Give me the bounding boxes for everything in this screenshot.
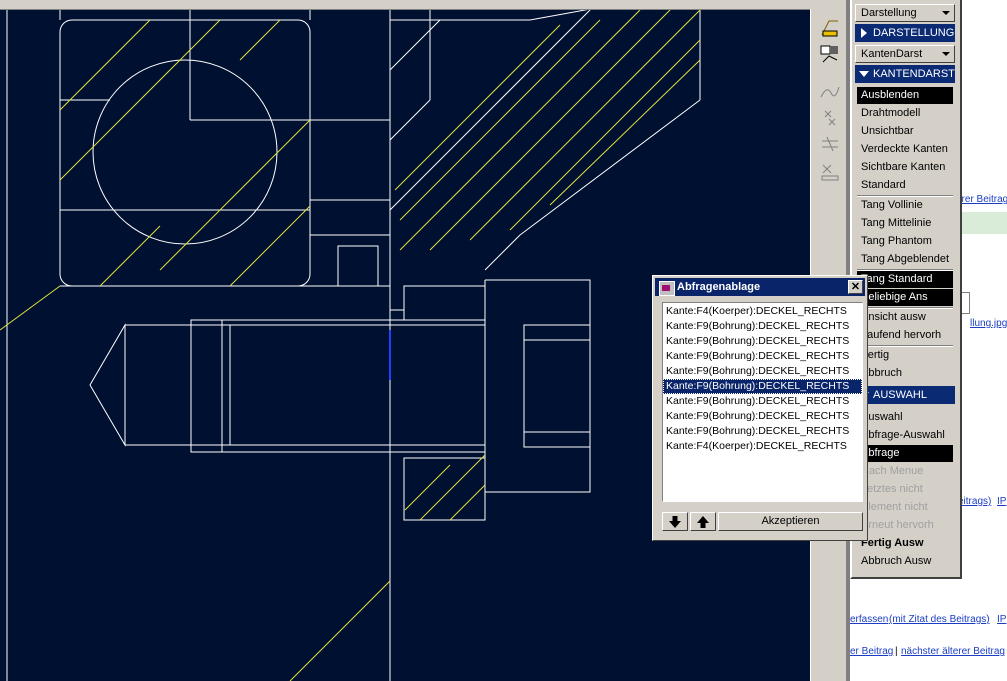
weblink-older-post[interactable]: erer Beitrag — [956, 194, 1007, 205]
list-item[interactable]: Kante:F9(Bohrung):DECKEL_RECHTS — [663, 319, 862, 334]
menu-item-unsichtbar[interactable]: Unsichtbar — [857, 123, 953, 140]
move-up-button[interactable] — [690, 512, 716, 531]
menu-header-label: AUSWAHL — [873, 389, 927, 401]
triangle-down-icon — [859, 71, 869, 77]
menu-header-auswahl[interactable]: AUSWAHL — [855, 386, 955, 404]
dimension-tool-icon[interactable] — [819, 43, 841, 65]
arrow-down-icon — [669, 516, 681, 528]
weblink-reply-quote[interactable]: (mit Zitat des Beitrags) — [889, 614, 990, 625]
menu-item-abbruch[interactable]: Abbruch — [857, 365, 953, 382]
darstellung-dropdown-label: Darstellung — [861, 7, 917, 19]
menu-item-tang-phantom[interactable]: Tang Phantom — [857, 233, 953, 250]
dialog-title-bar[interactable]: Abfragenablage ✕ — [655, 278, 865, 296]
menu-header-label: KANTENDARST — [873, 68, 955, 80]
menu-item-fertig[interactable]: Fertig — [857, 347, 953, 364]
query-bin-dialog: Abfragenablage ✕ Kante:F4(Koerper):DECKE… — [652, 275, 868, 541]
kantendarst-dropdown-label: KantenDarst — [861, 48, 923, 60]
weblink-reply[interactable]: erfassen — [850, 614, 888, 625]
menu-item-erneut-hervorh: Erneut hervorh — [861, 519, 934, 531]
weblink-ip-2[interactable]: IP — [997, 614, 1006, 625]
sketch-tool-icon[interactable] — [819, 17, 841, 39]
list-item[interactable]: Kante:F4(Koerper):DECKEL_RECHTS — [663, 439, 862, 454]
menu-item-abbruch-ausw[interactable]: Abbruch Ausw — [857, 553, 953, 570]
list-item[interactable]: Kante:F9(Bohrung):DECKEL_RECHTS — [663, 364, 862, 379]
cross-tool-icon[interactable] — [819, 107, 841, 129]
move-down-button[interactable] — [662, 512, 688, 531]
menu-item-ansicht-ausw[interactable]: Ansicht ausw — [857, 309, 953, 326]
list-item[interactable]: Kante:F9(Bohrung):DECKEL_RECHTS — [663, 349, 862, 364]
list-item[interactable]: Kante:F9(Bohrung):DECKEL_RECHTS — [663, 394, 862, 409]
menu-item-letztes-nicht: Letztes nicht — [861, 483, 923, 495]
weblink-prev-post[interactable]: er Beitrag — [850, 646, 893, 657]
triangle-right-icon — [861, 28, 867, 38]
menu-item-standard[interactable]: Standard — [857, 177, 953, 194]
curve-tool-icon[interactable] — [819, 81, 841, 103]
close-icon[interactable]: ✕ — [848, 280, 863, 294]
weblink-next-older-post[interactable]: nächster älterer Beitrag — [901, 646, 1005, 657]
menu-item-beliebige-ans[interactable]: Beliebige Ans — [857, 289, 953, 306]
menu-item-verdeckte-kanten[interactable]: Verdeckte Kanten — [857, 141, 953, 158]
menu-item-nach-menue: Nach Menue — [861, 465, 924, 477]
weblink-ip[interactable]: IP — [997, 496, 1006, 507]
weblink-image[interactable]: llung.jpg — [970, 318, 1007, 329]
menu-item-element-nicht: Element nicht — [861, 501, 928, 513]
menu-item-tang-mittelinie[interactable]: Tang Mittelinie — [857, 215, 953, 232]
menu-item-ausblenden[interactable]: Ausblenden — [857, 87, 953, 104]
menu-item-tang-abgeblendet[interactable]: Tang Abgeblendet — [857, 251, 953, 268]
darstellung-dropdown[interactable]: Darstellung — [855, 4, 955, 22]
list-item[interactable]: Kante:F9(Bohrung):DECKEL_RECHTS — [663, 379, 862, 394]
weblink-quote[interactable]: eitrags) — [958, 496, 991, 507]
measure-tool-icon[interactable] — [819, 161, 841, 183]
menu-item-tang-vollinie[interactable]: Tang Vollinie — [857, 197, 953, 214]
transform-tool-icon[interactable] — [819, 135, 841, 157]
arrow-up-icon — [697, 516, 709, 528]
dialog-title: Abfragenablage — [677, 281, 761, 293]
web-highlight-row — [955, 212, 1007, 234]
list-item[interactable]: Kante:F9(Bohrung):DECKEL_RECHTS — [663, 424, 862, 439]
menu-item-fertig-ausw[interactable]: Fertig Ausw — [857, 535, 953, 552]
menu-item-tang-standard[interactable]: Tang Standard — [857, 271, 953, 288]
menu-item-drahtmodell[interactable]: Drahtmodell — [857, 105, 953, 122]
menu-item-abfrage-auswahl[interactable]: Abfrage-Auswahl — [857, 427, 953, 444]
list-item[interactable]: Kante:F9(Bohrung):DECKEL_RECHTS — [663, 409, 862, 424]
chevron-down-icon — [942, 11, 950, 15]
list-item[interactable]: Kante:F9(Bohrung):DECKEL_RECHTS — [663, 334, 862, 349]
query-list[interactable]: Kante:F4(Koerper):DECKEL_RECHTS Kante:F9(… — [662, 302, 863, 502]
chevron-down-icon — [942, 52, 950, 56]
title-bar-remnant — [0, 0, 850, 10]
kantendarst-dropdown[interactable]: KantenDarst — [855, 45, 955, 63]
list-item[interactable]: Kante:F4(Koerper):DECKEL_RECHTS — [663, 304, 862, 319]
weblink-separator: | — [895, 646, 898, 657]
accept-button[interactable]: Akzeptieren — [718, 512, 863, 531]
menu-header-kantendarst[interactable]: KANTENDARST — [855, 65, 955, 83]
menu-item-abfrage[interactable]: Abfrage — [857, 445, 953, 462]
menu-header-darstellung[interactable]: DARSTELLUNG — [855, 24, 955, 42]
app-icon — [659, 281, 675, 296]
menu-item-laufend-hervorh[interactable]: Laufend hervorh — [857, 327, 953, 344]
menu-item-auswahl[interactable]: Auswahl — [857, 409, 953, 426]
menu-header-label: DARSTELLUNG — [873, 27, 955, 39]
menu-item-sichtbare-kanten[interactable]: Sichtbare Kanten — [857, 159, 953, 176]
